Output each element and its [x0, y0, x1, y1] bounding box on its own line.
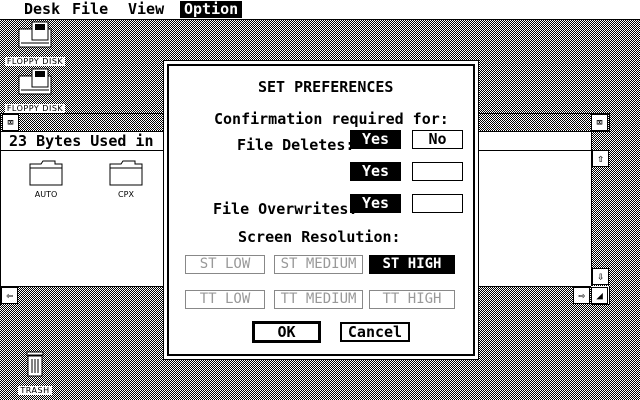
folder-icon	[109, 160, 143, 186]
file-overwrites-label: File Overwrites:	[213, 200, 358, 218]
menu-view[interactable]: View	[124, 1, 168, 18]
desktop-icon-label: FLOPPY DISK	[4, 104, 66, 113]
confirmation-header: Confirmation required for:	[214, 110, 449, 128]
desktop-icon-floppy-a[interactable]: FLOPPY DISK	[0, 21, 70, 68]
window-full-button[interactable]: ⌧	[591, 114, 608, 131]
copies-no-button[interactable]	[412, 162, 463, 181]
desktop-icon-label: FLOPPY DISK	[4, 57, 66, 66]
scroll-right-arrow-icon[interactable]: ⇨	[573, 287, 590, 304]
floppy-drive-icon	[18, 21, 52, 48]
set-preferences-dialog: SET PREFERENCES Confirmation required fo…	[163, 60, 479, 360]
menu-file[interactable]: File	[68, 1, 112, 18]
file-overwrites-no-button[interactable]	[412, 194, 463, 213]
screen-resolution-header: Screen Resolution:	[238, 228, 401, 246]
menu-desk[interactable]: Desk	[20, 1, 64, 18]
scroll-left-arrow-icon[interactable]: ⇦	[1, 287, 18, 304]
cancel-button[interactable]: Cancel	[340, 322, 410, 342]
file-deletes-label: File Deletes:	[237, 136, 355, 154]
folder-icon	[29, 160, 63, 186]
folder-auto[interactable]: AUTO	[21, 160, 71, 199]
st-medium-button[interactable]: ST MEDIUM	[274, 255, 363, 274]
folder-label: AUTO	[34, 190, 58, 199]
st-low-button[interactable]: ST LOW	[185, 255, 265, 274]
file-deletes-yes-button[interactable]: Yes	[350, 130, 401, 149]
desktop-icon-trash[interactable]: TRASH	[0, 350, 70, 397]
tt-high-button[interactable]: TT HIGH	[369, 290, 455, 309]
scroll-down-arrow-icon[interactable]: ⇩	[592, 268, 609, 285]
st-high-button[interactable]: ST HIGH	[369, 255, 455, 274]
menu-bar: Desk File View Option	[0, 0, 640, 20]
floppy-drive-icon	[18, 68, 52, 95]
tt-medium-button[interactable]: TT MEDIUM	[274, 290, 363, 309]
info-text: 23 Bytes Used in 1	[9, 132, 172, 150]
window-resize-icon[interactable]: ◢	[591, 287, 608, 304]
vertical-scrollbar[interactable]: ⇧ ⇩	[591, 132, 610, 286]
window-close-button[interactable]: ⌧	[2, 114, 19, 131]
desktop-icon-floppy-b[interactable]: FLOPPY DISK	[0, 68, 70, 115]
file-overwrites-yes-button[interactable]: Yes	[350, 194, 401, 213]
ok-button[interactable]: OK	[252, 321, 321, 343]
menu-option[interactable]: Option	[180, 1, 243, 18]
copies-yes-button[interactable]: Yes	[350, 162, 401, 181]
desktop-icon-label: TRASH	[18, 386, 52, 395]
folder-cpx[interactable]: CPX	[101, 160, 151, 199]
scroll-up-arrow-icon[interactable]: ⇧	[592, 150, 609, 167]
folder-label: CPX	[118, 190, 134, 199]
tt-low-button[interactable]: TT LOW	[185, 290, 265, 309]
dialog-title: SET PREFERENCES	[258, 78, 394, 96]
trash-can-icon	[26, 351, 44, 377]
file-deletes-no-button[interactable]: No	[412, 130, 463, 149]
